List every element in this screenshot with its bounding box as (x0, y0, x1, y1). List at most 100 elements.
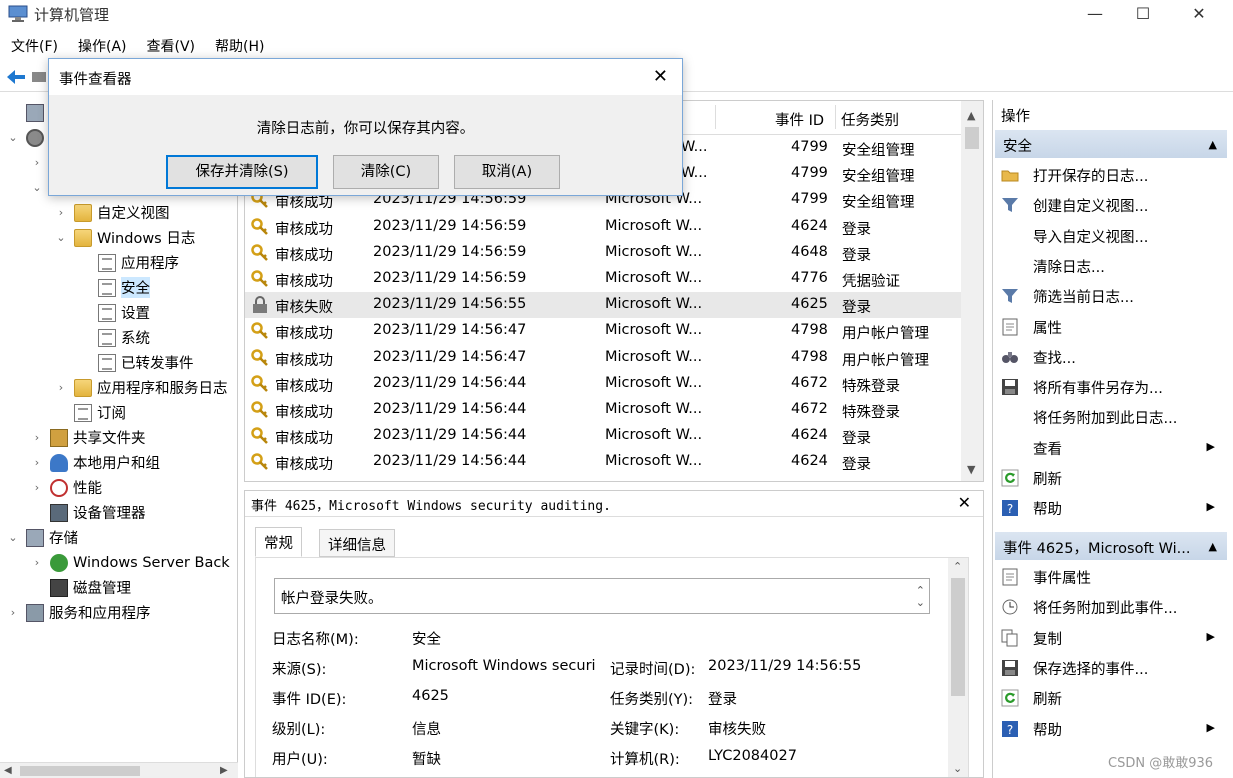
user-value: 暂缺 (412, 752, 441, 768)
event-message-box[interactable]: 帐户登录失败。 ⌃ ⌄ (274, 578, 930, 614)
menu-view[interactable]: 查看(V) (147, 36, 196, 56)
chevron-right-icon[interactable]: › (54, 206, 68, 219)
chevron-right-icon[interactable]: › (30, 431, 44, 444)
tree-item[interactable]: ⌄ (6, 125, 49, 150)
event-source: W... (681, 165, 708, 182)
scroll-left-icon[interactable]: ◀ (4, 763, 12, 778)
chevron-right-icon[interactable]: › (30, 481, 44, 494)
event-row[interactable]: 审核成功 2023/11/29 14:56:44 Microsoft W... 462… (245, 449, 961, 475)
action-item[interactable]: 事件属性 (993, 564, 1225, 590)
tree-item[interactable]: › 应用程序和服务日志 (54, 375, 228, 400)
action-item[interactable]: 属性 (993, 314, 1225, 340)
action-item[interactable]: 保存选择的事件... (993, 655, 1225, 681)
message-scroll-icon[interactable]: ⌃ ⌄ (916, 585, 925, 609)
dialog-close-icon[interactable]: ✕ (653, 66, 668, 87)
event-row[interactable]: 审核成功 2023/11/29 14:56:44 Microsoft W... 467… (245, 371, 961, 397)
tree-item[interactable]: › 本地用户和组 (30, 450, 160, 475)
column-task-category[interactable]: 任务类别 (841, 109, 899, 130)
menu-help[interactable]: 帮助(H) (215, 36, 264, 56)
action-item[interactable]: 刷新 (993, 465, 1225, 491)
scroll-down-icon[interactable]: ▼ (967, 463, 975, 476)
action-label: 打开保存的日志... (1033, 169, 1149, 185)
action-item[interactable]: 查看 ▶ (993, 435, 1225, 461)
action-item[interactable]: 复制 ▶ (993, 625, 1225, 651)
chevron-right-icon[interactable]: › (6, 606, 20, 619)
event-row[interactable]: 审核成功 2023/11/29 14:56:47 Microsoft W... 479… (245, 318, 961, 344)
tree-item[interactable]: › 自定义视图 (54, 200, 170, 225)
save-and-clear-button[interactable]: 保存并清除(S) (166, 155, 318, 189)
back-arrow-icon[interactable] (6, 69, 26, 85)
action-item[interactable]: 创建自定义视图... (993, 192, 1225, 218)
tree-item[interactable]: 磁盘管理 (30, 575, 131, 600)
chevron-down-icon[interactable]: ⌄ (6, 531, 20, 544)
collapse-icon[interactable]: ▲ (1209, 540, 1217, 553)
chevron-down-icon[interactable]: ⌄ (54, 231, 68, 244)
event-row[interactable]: 审核成功 2023/11/29 14:56:59 Microsoft W... 462… (245, 214, 961, 240)
action-item[interactable]: 查找... (993, 344, 1225, 370)
forward-arrow-icon[interactable] (32, 70, 46, 84)
tree-item[interactable]: › 共享文件夹 (30, 425, 146, 450)
tree-item[interactable]: 应用程序 (78, 250, 179, 275)
action-item[interactable]: 将所有事件另存为... (993, 374, 1225, 400)
scroll-up-icon[interactable]: ▲ (967, 109, 975, 122)
tree-item[interactable]: › (30, 150, 50, 175)
scroll-up-icon[interactable]: ⌃ (953, 560, 962, 573)
detail-scrollbar[interactable]: ⌃ ⌄ (948, 558, 968, 777)
action-item[interactable]: 筛选当前日志... (993, 283, 1225, 309)
chevron-right-icon[interactable]: › (30, 156, 44, 169)
tree-horizontal-scrollbar[interactable]: ◀ ▶ (0, 762, 238, 778)
chevron-right-icon[interactable]: › (54, 381, 68, 394)
scroll-right-icon[interactable]: ▶ (220, 763, 228, 778)
tree-item[interactable]: 安全 (78, 275, 150, 300)
scrollbar-thumb[interactable] (951, 578, 965, 696)
event-row[interactable]: 审核成功 2023/11/29 14:56:59 Microsoft W... 464… (245, 240, 961, 266)
tree-item[interactable]: ⌄ Windows 日志 (54, 225, 195, 250)
menu-action[interactable]: 操作(A) (78, 36, 127, 56)
event-row[interactable]: 审核失败 2023/11/29 14:56:55 Microsoft W... 462… (245, 292, 961, 319)
event-row[interactable]: 审核成功 2023/11/29 14:56:44 Microsoft W... 467… (245, 397, 961, 423)
action-item[interactable]: 将任务附加到此日志... (993, 404, 1225, 430)
action-item[interactable]: 清除日志... (993, 253, 1225, 279)
cancel-button[interactable]: 取消(A) (454, 155, 560, 189)
actions-section-security[interactable]: 安全 ▲ (995, 130, 1227, 158)
tree-item[interactable]: › 性能 (30, 475, 102, 500)
scroll-down-icon[interactable]: ⌄ (953, 762, 962, 775)
tree-item[interactable]: 设备管理器 (30, 500, 146, 525)
tree-item[interactable]: 已转发事件 (78, 350, 194, 375)
tab-general[interactable]: 常规 (255, 527, 302, 557)
action-item[interactable]: 导入自定义视图... (993, 223, 1225, 249)
actions-section-event[interactable]: 事件 4625，Microsoft Wi... ▲ (995, 532, 1227, 560)
action-item[interactable]: 打开保存的日志... (993, 162, 1225, 188)
tree-item[interactable]: 订阅 (54, 400, 126, 425)
tree-item[interactable]: › 服务和应用程序 (6, 600, 151, 625)
column-event-id[interactable]: 事件 ID (775, 109, 824, 130)
tree-item[interactable]: 设置 (78, 300, 150, 325)
event-row[interactable]: 审核成功 2023/11/29 14:56:44 Microsoft W... 462… (245, 423, 961, 449)
tab-details[interactable]: 详细信息 (319, 529, 395, 557)
chevron-down-icon[interactable]: ⌄ (6, 131, 20, 144)
action-item[interactable]: ? 帮助 ▶ (993, 716, 1225, 742)
chevron-right-icon[interactable]: › (30, 556, 44, 569)
chevron-right-icon[interactable]: › (30, 456, 44, 469)
close-detail-icon[interactable]: ✕ (958, 493, 971, 512)
chevron-down-icon[interactable]: ⌄ (30, 181, 44, 194)
maximize-button[interactable]: ☐ (1120, 0, 1166, 30)
event-row[interactable]: 审核成功 2023/11/29 14:56:59 Microsoft W... 477… (245, 266, 961, 292)
close-window-button[interactable]: ✕ (1176, 0, 1222, 30)
log-name-value: 安全 (412, 632, 441, 648)
menu-file[interactable]: 文件(F) (11, 36, 58, 56)
tree-item[interactable]: › Windows Server Back (30, 550, 230, 575)
clear-button[interactable]: 清除(C) (333, 155, 439, 189)
event-row[interactable]: 审核成功 2023/11/29 14:56:47 Microsoft W... 479… (245, 345, 961, 371)
minimize-button[interactable]: — (1072, 0, 1118, 30)
collapse-icon[interactable]: ▲ (1209, 138, 1217, 151)
action-item[interactable]: ? 帮助 ▶ (993, 495, 1225, 521)
tree-item[interactable]: ⌄ (30, 175, 50, 200)
scrollbar-thumb[interactable] (965, 127, 979, 149)
action-item[interactable]: 将任务附加到此事件... (993, 594, 1225, 620)
event-list-scrollbar[interactable]: ▲ ▼ (961, 101, 983, 481)
tree-item[interactable]: 系统 (78, 325, 150, 350)
scrollbar-thumb[interactable] (20, 766, 140, 776)
action-item[interactable]: 刷新 (993, 685, 1225, 711)
tree-item[interactable]: ⌄ 存储 (6, 525, 78, 550)
